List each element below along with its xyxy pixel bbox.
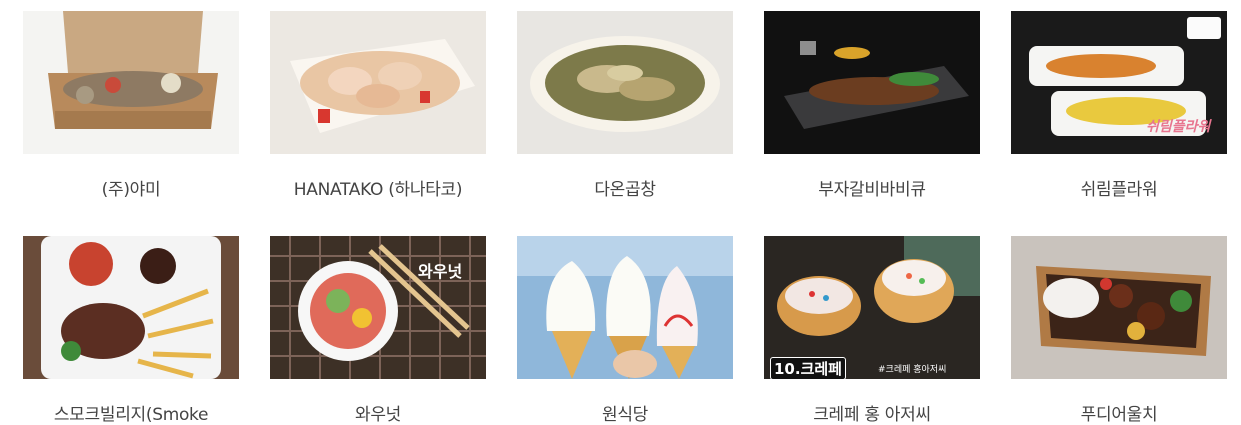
steak-fries-icon	[23, 236, 239, 379]
vendor-name[interactable]: 쉬림플라워	[991, 175, 1241, 200]
vendor-card[interactable]: 부자갈비바비큐	[764, 11, 980, 200]
vendor-name[interactable]: HANATAKO (하나타코)	[250, 175, 506, 200]
vendor-card[interactable]: 다온곱창	[517, 11, 733, 200]
vendor-card[interactable]: HANATAKO (하나타코)	[270, 11, 486, 200]
vendor-name[interactable]: 원식당	[497, 400, 753, 425]
vendor-thumbnail[interactable]	[517, 236, 733, 379]
vendor-card[interactable]: 쉬림플라워 쉬림플라워	[1011, 11, 1227, 200]
vendor-name[interactable]: 크레페 홍 아저씨	[744, 400, 1000, 425]
vendor-name[interactable]: 스모크빌리지(Smoke	[3, 400, 259, 425]
vendor-thumbnail[interactable]: 쉬림플라워	[1011, 11, 1227, 154]
softserve-icon	[517, 236, 733, 379]
vendor-grid: (주)야미 HANATAKO (하나타코) 다온곱창 부자갈비바비큐 쉬림플라워…	[0, 0, 1241, 425]
vendor-thumbnail[interactable]: 와우넛	[270, 236, 486, 379]
vendor-card[interactable]: 원식당	[517, 236, 733, 425]
vendor-name[interactable]: (주)야미	[3, 175, 259, 200]
vendor-card[interactable]: 스모크빌리지(Smoke	[23, 236, 239, 425]
steak-box-icon	[1011, 236, 1227, 379]
vendor-name[interactable]: 푸디어울치	[991, 400, 1241, 425]
vendor-card[interactable]: 푸디어울치	[1011, 236, 1227, 425]
vendor-card[interactable]: 와우넛 와우넛	[270, 236, 486, 425]
food-box-icon	[23, 11, 239, 154]
vendor-name[interactable]: 와우넛	[250, 400, 506, 425]
vendor-card[interactable]: 10.크레페 #크레페 홍아저씨 크레페 홍 아저씨	[764, 236, 980, 425]
wownut-logo: 와우넛	[418, 262, 463, 281]
takoyaki-icon	[270, 11, 486, 154]
vendor-name[interactable]: 다온곱창	[497, 175, 753, 200]
crepe-tag: #크레페 홍아저씨	[878, 365, 947, 375]
galbi-plate-icon	[764, 11, 980, 154]
vendor-thumbnail[interactable]: 10.크레페 #크레페 홍아저씨	[764, 236, 980, 379]
vendor-thumbnail[interactable]	[1011, 236, 1227, 379]
shrimp-logo: 쉬림플라워	[1146, 119, 1211, 135]
vendor-thumbnail[interactable]	[270, 11, 486, 154]
vendor-thumbnail[interactable]	[23, 11, 239, 154]
gopchang-bowl-icon	[517, 11, 733, 154]
vendor-card[interactable]: (주)야미	[23, 11, 239, 200]
vendor-thumbnail[interactable]	[23, 236, 239, 379]
vendor-thumbnail[interactable]	[764, 11, 980, 154]
vendor-name[interactable]: 부자갈비바비큐	[744, 175, 1000, 200]
crepe-badge: 10.크레페	[770, 357, 846, 379]
vendor-thumbnail[interactable]	[517, 11, 733, 154]
